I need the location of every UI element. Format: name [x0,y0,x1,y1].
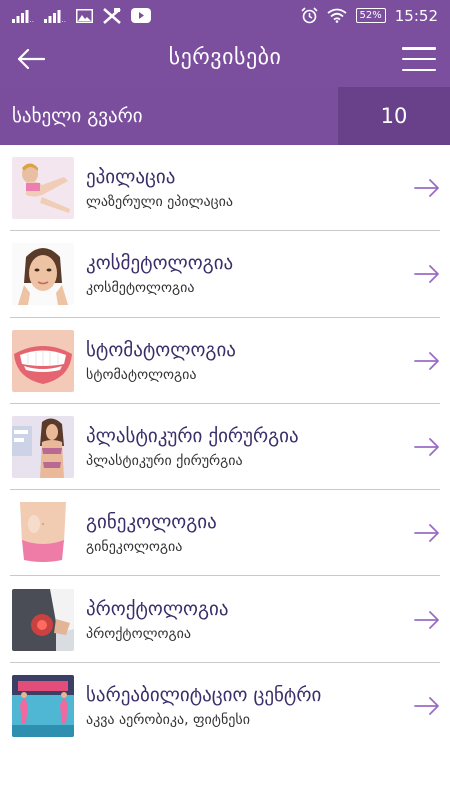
user-name: სახელი გვარი [12,105,143,127]
service-title: პროქტოლოგია [86,597,229,620]
services-list: ეპილაცია ლაზერული ეპილაცია კოსმეტოლოგია … [0,145,450,749]
service-title: პლასტიკური ქირურგია [86,425,299,448]
service-thumbnail [12,502,74,565]
arrow-right-icon [414,351,439,370]
battery-indicator: 52% [355,8,386,23]
service-subtitle: ლაზერული ეპილაცია [86,194,234,211]
service-subtitle: გინეკოლოგია [86,539,183,556]
service-thumbnail [12,329,74,392]
service-item-epilation[interactable]: ეპილაცია ლაზერული ეპილაცია [0,145,450,232]
arrow-right-icon [414,265,439,284]
alarm-icon [300,7,318,24]
user-bar: სახელი გვარი 10 [0,87,450,145]
menu-button[interactable] [402,47,436,71]
bottom-area [0,750,450,800]
service-item-dentistry[interactable]: სტომატოლოგია სტომატოლოგია [0,318,450,405]
arrow-right-icon [414,610,439,629]
clock: 15:52 [394,6,438,25]
service-thumbnail [12,588,74,651]
service-item-proctology[interactable]: პროქტოლოგია პროქტოლოგია [0,576,450,664]
service-title: ეპილაცია [86,166,176,189]
user-count: 10 [338,87,450,145]
service-item-rehabilitation[interactable]: სარეაბილიტაციო ცენტრი აკვა აერობიკა, ფიტ… [0,663,450,749]
signal-icon: .. [12,9,34,23]
app-bar: სერვისები [0,31,450,87]
service-title: სარეაბილიტაციო ცენტრი [86,683,322,706]
youtube-icon [131,8,151,23]
service-thumbnail [12,416,74,479]
service-subtitle: პროქტოლოგია [86,625,191,642]
service-title: გინეკოლოგია [86,511,217,534]
service-subtitle: პლასტიკური ქირურგია [86,453,243,470]
service-subtitle: სტომატოლოგია [86,366,197,383]
wifi-icon [326,8,347,23]
arrow-right-icon [414,438,439,456]
svg-text:..: .. [30,16,34,23]
service-subtitle: კოსმეტოლოგია [86,280,195,297]
page-title: სერვისები [168,45,282,70]
service-thumbnail [12,157,74,220]
status-bar: .. .. 52% 15:52 [0,0,450,31]
arrow-right-icon [414,697,439,715]
service-subtitle: აკვა აერობიკა, ფიტნესი [86,711,250,728]
svg-text:..: .. [62,16,66,23]
service-title: სტომატოლოგია [86,338,236,361]
hamburger-menu-icon [402,47,436,50]
signal-2-icon: .. [44,9,66,23]
tools-icon [103,7,121,24]
service-item-plastic-surgery[interactable]: პლასტიკური ქირურგია პლასტიკური ქირურგია [0,404,450,491]
service-title: კოსმეტოლოგია [86,252,234,275]
arrow-right-icon [414,179,439,198]
service-thumbnail [12,243,74,306]
gallery-icon [76,8,93,23]
service-item-gynecology[interactable]: გინეკოლოგია გინეკოლოგია [0,490,450,577]
arrow-right-icon [414,524,439,543]
service-item-cosmetology[interactable]: კოსმეტოლოგია კოსმეტოლოგია [0,231,450,318]
service-thumbnail [12,674,74,737]
